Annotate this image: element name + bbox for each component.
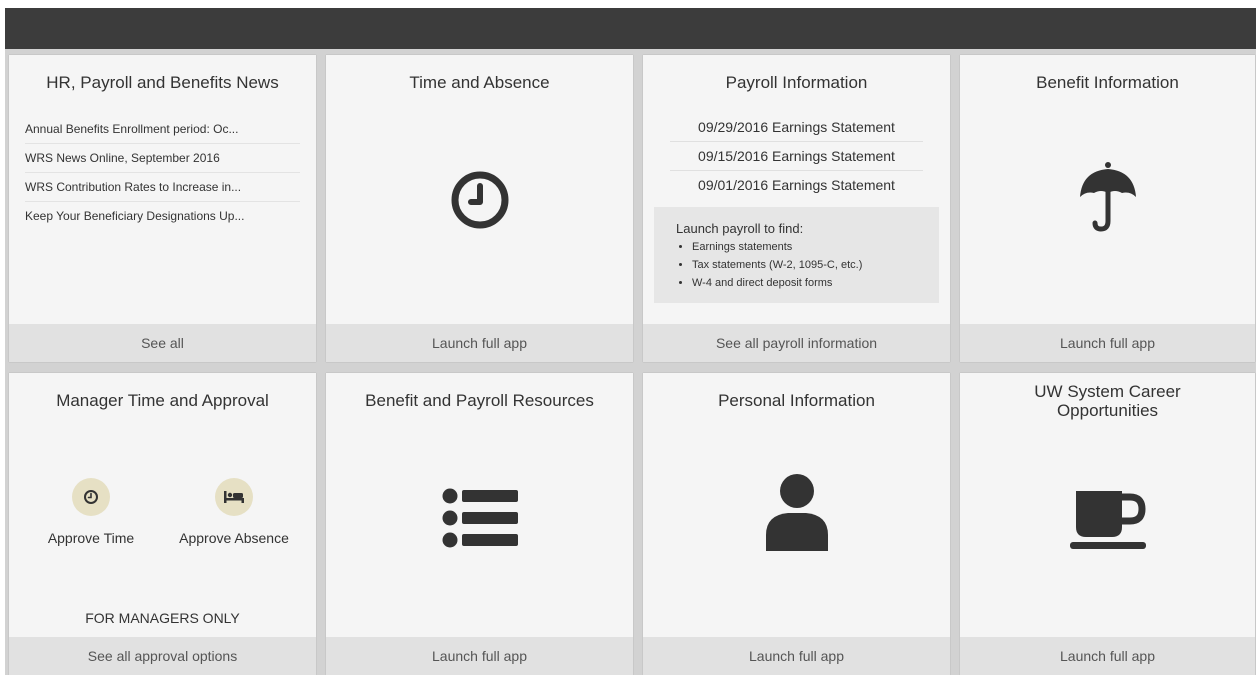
tile-title: Payroll Information: [725, 73, 868, 92]
managers-only-note: FOR MANAGERS ONLY: [85, 610, 240, 626]
see-all-news-link[interactable]: See all: [9, 324, 316, 362]
earnings-statement-link[interactable]: 09/15/2016 Earnings Statement: [670, 142, 923, 171]
tile-title: HR, Payroll and Benefits News: [46, 73, 279, 92]
news-item[interactable]: WRS News Online, September 2016: [25, 144, 300, 173]
earnings-statement-link[interactable]: 09/01/2016 Earnings Statement: [670, 171, 923, 199]
bed-icon: [224, 491, 244, 503]
launch-payroll-item: Tax statements (W-2, 1095-C, etc.): [692, 256, 917, 274]
news-item[interactable]: Keep Your Beneficiary Designations Up...: [25, 202, 300, 230]
approve-time-label: Approve Time: [47, 530, 135, 546]
launch-full-app-link[interactable]: Launch full app: [960, 324, 1255, 362]
approve-absence-circle: [215, 478, 253, 516]
news-item[interactable]: Annual Benefits Enrollment period: Oc...: [25, 115, 300, 144]
tile-personal[interactable]: Personal Information Launch full app: [643, 373, 950, 675]
tile-career[interactable]: UW System Career Opportunities Launch fu…: [960, 373, 1255, 675]
tile-resources[interactable]: Benefit and Payroll Resources Launch ful…: [326, 373, 633, 675]
earnings-statement-list: 09/29/2016 Earnings Statement 09/15/2016…: [670, 113, 923, 199]
list-icon: [442, 487, 518, 554]
tile-title: Time and Absence: [409, 73, 550, 92]
tile-time-absence[interactable]: Time and Absence Launch full app: [326, 55, 633, 362]
tile-title: UW System Career Opportunities: [1034, 382, 1181, 420]
news-list: Annual Benefits Enrollment period: Oc...…: [25, 115, 300, 230]
approve-absence-button[interactable]: Approve Absence: [174, 478, 294, 546]
launch-full-app-link[interactable]: Launch full app: [326, 637, 633, 675]
launch-payroll-item: Earnings statements: [692, 238, 917, 256]
approve-time-circle: [72, 478, 110, 516]
launch-payroll-box[interactable]: Launch payroll to find: Earnings stateme…: [654, 207, 939, 303]
launch-payroll-list: Earnings statements Tax statements (W-2,…: [676, 238, 917, 292]
earnings-statement-link[interactable]: 09/29/2016 Earnings Statement: [670, 113, 923, 142]
news-item[interactable]: WRS Contribution Rates to Increase in...: [25, 173, 300, 202]
approve-time-button[interactable]: Approve Time: [31, 478, 151, 546]
tile-news: HR, Payroll and Benefits News Annual Ben…: [9, 55, 316, 362]
tile-title: Benefit Information: [1036, 73, 1179, 92]
see-all-payroll-link[interactable]: See all payroll information: [643, 324, 950, 362]
coffee-cup-icon: [1069, 489, 1146, 556]
launch-payroll-heading: Launch payroll to find:: [676, 221, 804, 236]
tile-benefit[interactable]: Benefit Information Launch full app: [960, 55, 1255, 362]
user-icon: [765, 473, 828, 556]
see-all-approval-options-link[interactable]: See all approval options: [9, 637, 316, 675]
tile-payroll: Payroll Information 09/29/2016 Earnings …: [643, 55, 950, 362]
clock-icon: [449, 169, 511, 236]
tile-manager-approval: Manager Time and Approval Approve Time A…: [9, 373, 316, 675]
tile-title: Benefit and Payroll Resources: [365, 391, 594, 410]
umbrella-icon: [1078, 161, 1138, 240]
launch-full-app-link[interactable]: Launch full app: [960, 637, 1255, 675]
tile-title: Personal Information: [718, 391, 875, 410]
clock-icon: [84, 490, 98, 504]
launch-full-app-link[interactable]: Launch full app: [643, 637, 950, 675]
top-bar: [5, 8, 1256, 49]
launch-payroll-item: W-4 and direct deposit forms: [692, 274, 917, 292]
approve-absence-label: Approve Absence: [179, 530, 289, 546]
tile-title: Manager Time and Approval: [56, 391, 269, 410]
launch-full-app-link[interactable]: Launch full app: [326, 324, 633, 362]
